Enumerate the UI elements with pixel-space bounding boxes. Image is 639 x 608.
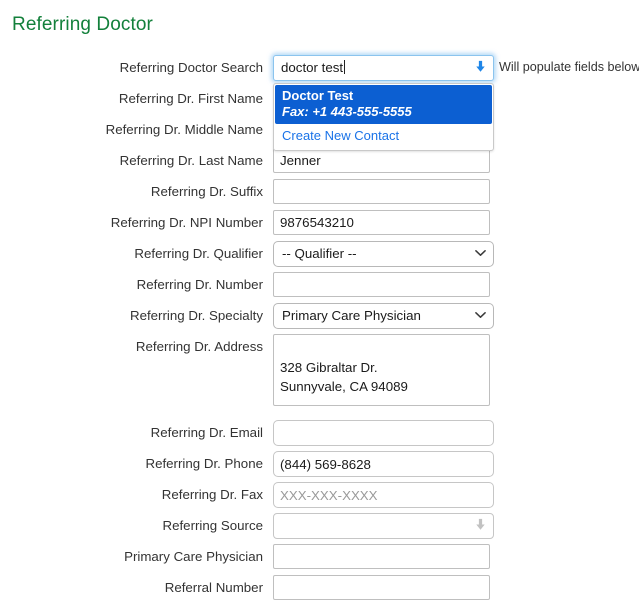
qualifier-select[interactable]: -- Qualifier -- xyxy=(273,241,494,267)
suggestion-detail: Fax: +1 443-555-5555 xyxy=(282,104,412,119)
specialty-select[interactable]: Primary Care Physician xyxy=(273,303,494,329)
label-number: Referring Dr. Number xyxy=(136,277,263,292)
doctor-search-control: doctor test Doctor Test Fax: +1 443-555-… xyxy=(273,55,494,151)
referring-source-input[interactable] xyxy=(273,513,494,539)
arrow-down-icon[interactable] xyxy=(474,60,487,76)
referring-source-control xyxy=(273,513,494,539)
npi-number-input[interactable] xyxy=(273,210,490,235)
form-row-specialty: Referring Dr. Specialty Primary Care Phy… xyxy=(0,303,639,334)
specialty-select-value: Primary Care Physician xyxy=(282,308,421,323)
number-input[interactable] xyxy=(273,272,490,297)
suffix-control xyxy=(273,179,490,204)
doctor-search-suggestion-list: Doctor Test Fax: +1 443-555-5555 Create … xyxy=(273,83,494,151)
form-row-doctor-search: Referring Doctor Search doctor test Doct… xyxy=(0,55,639,151)
address-control: 328 Gibraltar Dr. Sunnyvale, CA 94089 xyxy=(273,334,490,406)
form-row-number: Referring Dr. Number xyxy=(0,272,639,303)
number-control xyxy=(273,272,490,297)
label-referring-source: Referring Source xyxy=(162,518,263,533)
form-row-phone: Referring Dr. Phone xyxy=(0,451,639,482)
label-address: Referring Dr. Address xyxy=(135,339,263,354)
label-specialty: Referring Dr. Specialty xyxy=(129,308,263,323)
suffix-input[interactable] xyxy=(273,179,490,204)
referral-number-control xyxy=(273,575,490,600)
label-npi-number: Referring Dr. NPI Number xyxy=(110,215,263,230)
last-name-input[interactable] xyxy=(273,148,490,173)
resize-handle-icon[interactable] xyxy=(476,392,488,404)
form-row-email: Referring Dr. Email xyxy=(0,420,639,451)
label-qualifier: Referring Dr. Qualifier xyxy=(134,246,263,261)
chevron-down-icon xyxy=(475,304,486,328)
phone-input[interactable] xyxy=(273,451,494,477)
form-row-qualifier: Referring Dr. Qualifier -- Qualifier -- xyxy=(0,241,639,272)
form-row-fax: Referring Dr. Fax xyxy=(0,482,639,513)
create-new-contact-link[interactable]: Create New Contact xyxy=(275,124,492,149)
email-control xyxy=(273,420,494,446)
form-row-address: Referring Dr. Address 328 Gibraltar Dr. … xyxy=(0,334,639,420)
label-doctor-search: Referring Doctor Search xyxy=(119,60,263,75)
primary-care-physician-input[interactable] xyxy=(273,544,490,569)
label-phone: Referring Dr. Phone xyxy=(145,456,263,471)
phone-control xyxy=(273,451,494,477)
specialty-control: Primary Care Physician xyxy=(273,303,494,329)
page-title: Referring Doctor xyxy=(12,14,153,35)
fax-input[interactable] xyxy=(273,482,494,508)
qualifier-control: -- Qualifier -- xyxy=(273,241,494,267)
primary-care-physician-control xyxy=(273,544,490,569)
referring-doctor-form: Referring Doctor Search doctor test Doct… xyxy=(0,55,639,606)
label-referral-number: Referral Number xyxy=(164,580,263,595)
form-row-suffix: Referring Dr. Suffix xyxy=(0,179,639,210)
email-input[interactable] xyxy=(273,420,494,446)
suggestion-name: Doctor Test xyxy=(282,88,354,103)
label-middle-name: Referring Dr. Middle Name xyxy=(105,122,263,137)
fax-control xyxy=(273,482,494,508)
label-email: Referring Dr. Email xyxy=(150,425,263,440)
address-textarea[interactable]: 328 Gibraltar Dr. Sunnyvale, CA 94089 xyxy=(273,334,490,406)
text-caret xyxy=(344,60,346,74)
form-row-npi-number: Referring Dr. NPI Number xyxy=(0,210,639,241)
form-row-referring-source: Referring Source xyxy=(0,513,639,544)
arrow-down-icon[interactable] xyxy=(474,518,487,534)
doctor-search-input[interactable]: doctor test xyxy=(273,55,494,81)
form-row-referral-number: Referral Number xyxy=(0,575,639,606)
suggestion-item-doctor-test[interactable]: Doctor Test Fax: +1 443-555-5555 xyxy=(275,85,492,124)
label-first-name: Referring Dr. First Name xyxy=(118,91,263,106)
label-fax: Referring Dr. Fax xyxy=(161,487,263,502)
doctor-search-input-value: doctor test xyxy=(281,60,344,75)
chevron-down-icon xyxy=(475,242,486,266)
label-last-name: Referring Dr. Last Name xyxy=(119,153,263,168)
form-row-last-name: Referring Dr. Last Name xyxy=(0,148,639,179)
search-hint-text: Will populate fields below xyxy=(499,60,639,74)
label-suffix: Referring Dr. Suffix xyxy=(150,184,263,199)
referral-number-input[interactable] xyxy=(273,575,490,600)
label-primary-care-physician: Primary Care Physician xyxy=(124,549,263,564)
address-textarea-value: 328 Gibraltar Dr. Sunnyvale, CA 94089 xyxy=(280,360,408,394)
last-name-control xyxy=(273,148,490,173)
qualifier-select-value: -- Qualifier -- xyxy=(282,246,357,261)
npi-number-control xyxy=(273,210,490,235)
form-row-primary-care-physician: Primary Care Physician xyxy=(0,544,639,575)
